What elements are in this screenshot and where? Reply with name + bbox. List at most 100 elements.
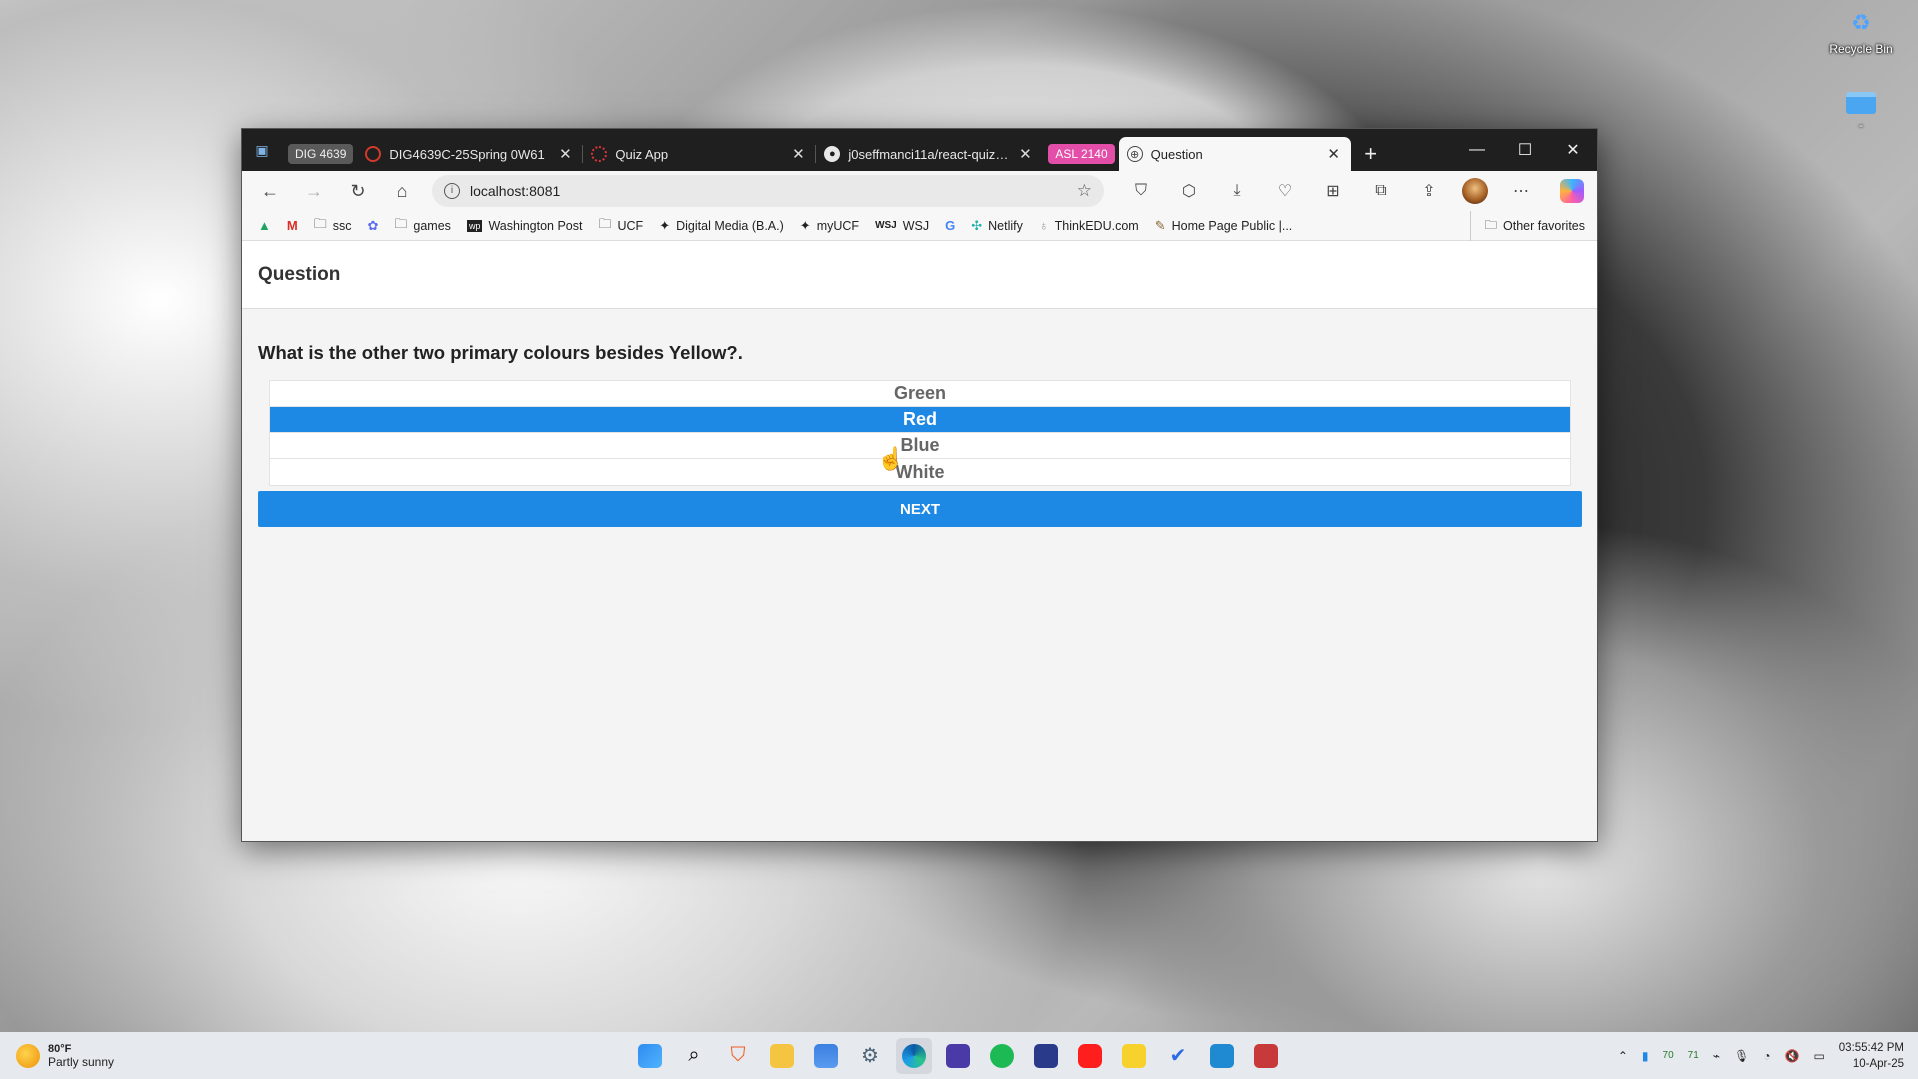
spotify-icon[interactable]	[984, 1038, 1020, 1074]
start-icon[interactable]	[632, 1038, 668, 1074]
bookmark-app[interactable]: ✿	[361, 215, 384, 237]
forward-icon[interactable]: →	[294, 175, 334, 207]
bulb-icon: ♁	[1038, 218, 1049, 233]
microphone-icon[interactable]: 🎙	[1734, 1049, 1749, 1063]
file-explorer-icon[interactable]	[764, 1038, 800, 1074]
google-icon: G	[945, 218, 956, 233]
tab-quiz-app[interactable]: Quiz App ✕	[583, 137, 815, 171]
app-tool-icon[interactable]	[1248, 1038, 1284, 1074]
tab-bar: ▣ DIG 4639 DIG4639C-25Spring 0W61 ✕ Quiz…	[242, 129, 1597, 171]
bookmark-digital-media[interactable]: ✦ Digital Media (B.A.)	[653, 215, 790, 237]
close-icon[interactable]: ✕	[1016, 145, 1034, 163]
answer-options: Green Red Blue White	[269, 380, 1571, 486]
todo-icon[interactable]: ✔	[1160, 1038, 1196, 1074]
ucf-icon: ✦	[659, 217, 671, 233]
copilot-icon[interactable]	[1560, 179, 1584, 203]
answer-option-white[interactable]: White	[270, 459, 1570, 485]
store-icon[interactable]	[808, 1038, 844, 1074]
tab-group-dig4639[interactable]: DIG 4639	[288, 144, 354, 164]
question-text: What is the other two primary colours be…	[258, 342, 743, 363]
page-icon: ✎	[1154, 217, 1166, 233]
app-header: Question	[242, 241, 1597, 309]
bookmark-home-page-public[interactable]: ✎ Home Page Public |...	[1149, 215, 1299, 237]
profile-avatar[interactable]	[1462, 178, 1488, 204]
weather-temp: 80°F	[48, 1042, 72, 1055]
close-icon[interactable]: ✕	[789, 145, 807, 163]
recycle-bin[interactable]: ♻ Recycle Bin	[1816, 8, 1906, 56]
bookmark-myucf[interactable]: ✦ myUCF	[794, 215, 865, 237]
close-icon[interactable]: ✕	[1325, 145, 1343, 163]
chevron-up-icon[interactable]: ⌃	[1618, 1049, 1628, 1063]
brave-icon[interactable]: ⛉	[720, 1038, 756, 1074]
globe-icon: ⊕	[1126, 146, 1143, 162]
page-title: Question	[258, 263, 341, 285]
info-icon[interactable]: i	[444, 183, 460, 199]
bookmark-gmail[interactable]: M	[281, 215, 304, 236]
favorite-star-icon[interactable]: ☆	[1077, 181, 1092, 201]
address-bar[interactable]: i localhost:8081 ☆	[432, 175, 1104, 207]
close-icon[interactable]: ✕	[556, 145, 574, 163]
minimize-icon[interactable]: —	[1453, 129, 1501, 171]
share-icon[interactable]: ⇪	[1406, 175, 1452, 207]
bookmark-google[interactable]: G	[939, 215, 961, 236]
tab-group-asl2140[interactable]: ASL 2140	[1048, 144, 1115, 164]
bookmarks-bar: ▲ M 🗀 ssc ✿ 🗀 games wp Washington Post 🗀 UCF…	[242, 211, 1597, 241]
tab-title: j0seffmanci11a/react-quiz-app	[848, 146, 1009, 162]
vscode-icon[interactable]	[1204, 1038, 1240, 1074]
home-icon[interactable]: ⌂	[382, 175, 422, 207]
bookmark-wsj[interactable]: WSJ WSJ	[869, 216, 935, 236]
toolbar-extensions: ⛉ ⬡ ⤓ ♡ ⊞ ⧉ ⇪ ⋯	[1118, 175, 1584, 207]
close-window-icon[interactable]: ✕	[1549, 129, 1597, 171]
battery-icon[interactable]: ▭	[1813, 1049, 1824, 1063]
weather-widget[interactable]: 80°F Partly sunny	[16, 1043, 114, 1069]
clock[interactable]: 03:55:42 PM 10-Apr-25	[1839, 1040, 1904, 1072]
wsj-icon: WSJ	[875, 220, 897, 231]
tab-question[interactable]: ⊕ Question ✕	[1118, 137, 1351, 171]
answer-option-red[interactable]: Red	[270, 407, 1570, 433]
edge-icon[interactable]	[896, 1037, 932, 1074]
screenshot-icon[interactable]: ⧉	[1358, 175, 1404, 207]
desktop-folder[interactable]: -	[1816, 92, 1906, 132]
clock-time: 03:55:42 PM	[1838, 1041, 1904, 1054]
tab-dig4639c[interactable]: DIG4639C-25Spring 0W61 ✕	[357, 137, 582, 171]
bookmark-thinkedu[interactable]: ♁ ThinkEDU.com	[1033, 215, 1145, 236]
weather-icon	[16, 1043, 40, 1068]
browser-essentials-icon[interactable]: ♡	[1262, 175, 1308, 207]
answer-option-green[interactable]: Green	[270, 381, 1570, 407]
usb-icon[interactable]: ⌁	[1713, 1049, 1720, 1063]
bookmark-games[interactable]: 🗀 games	[388, 212, 457, 240]
refresh-icon[interactable]: ↻	[338, 175, 378, 207]
back-icon[interactable]: ←	[250, 175, 290, 207]
hand-cursor-icon: ☝	[877, 446, 905, 471]
youtube-icon[interactable]	[1072, 1038, 1108, 1074]
workspaces-icon[interactable]: ▣	[242, 129, 282, 171]
bookmark-ucf[interactable]: 🗀 UCF	[592, 212, 649, 240]
wifi-icon[interactable]: ◔	[1763, 1049, 1770, 1063]
bookmark-google-drive[interactable]: ▲	[252, 215, 277, 236]
app-s-icon[interactable]	[1028, 1038, 1064, 1074]
new-tab-button[interactable]: +	[1351, 137, 1391, 171]
collections-icon[interactable]: ⊞	[1310, 175, 1356, 207]
bookmark-washington-post[interactable]: wp Washington Post	[461, 216, 589, 236]
download-icon[interactable]: ⤓	[1214, 175, 1260, 207]
settings-icon[interactable]: ⚙	[852, 1038, 888, 1074]
tray-app-icon[interactable]: ▮	[1642, 1049, 1649, 1063]
shield-icon[interactable]: ⛉	[1118, 175, 1164, 207]
tasks-icon[interactable]	[1116, 1038, 1152, 1074]
next-button[interactable]: NEXT	[258, 491, 1582, 527]
tray-gpu-temp: 70	[1662, 1050, 1674, 1061]
search-icon[interactable]: ⌕	[676, 1038, 712, 1074]
bookmark-ssc[interactable]: 🗀 ssc	[308, 212, 358, 240]
extensions-icon[interactable]: ⬡	[1166, 175, 1212, 207]
browser-window: ▣ DIG 4639 DIG4639C-25Spring 0W61 ✕ Quiz…	[241, 128, 1598, 842]
tab-github-repo[interactable]: ● j0seffmanci11a/react-quiz-app ✕	[816, 137, 1042, 171]
more-options-icon[interactable]: ⋯	[1498, 175, 1544, 207]
app-icon[interactable]	[940, 1038, 976, 1074]
answer-option-blue[interactable]: Blue	[270, 433, 1570, 459]
maximize-icon[interactable]: ☐	[1501, 129, 1549, 171]
bookmark-netlify[interactable]: ✣ Netlify	[965, 215, 1029, 237]
other-favorites[interactable]: 🗀 Other favorites	[1469, 211, 1585, 241]
desktop-folder-label: -	[1859, 118, 1863, 132]
volume-mute-icon[interactable]: 🔇	[1784, 1049, 1799, 1063]
recycle-bin-label: Recycle Bin	[1829, 42, 1893, 56]
